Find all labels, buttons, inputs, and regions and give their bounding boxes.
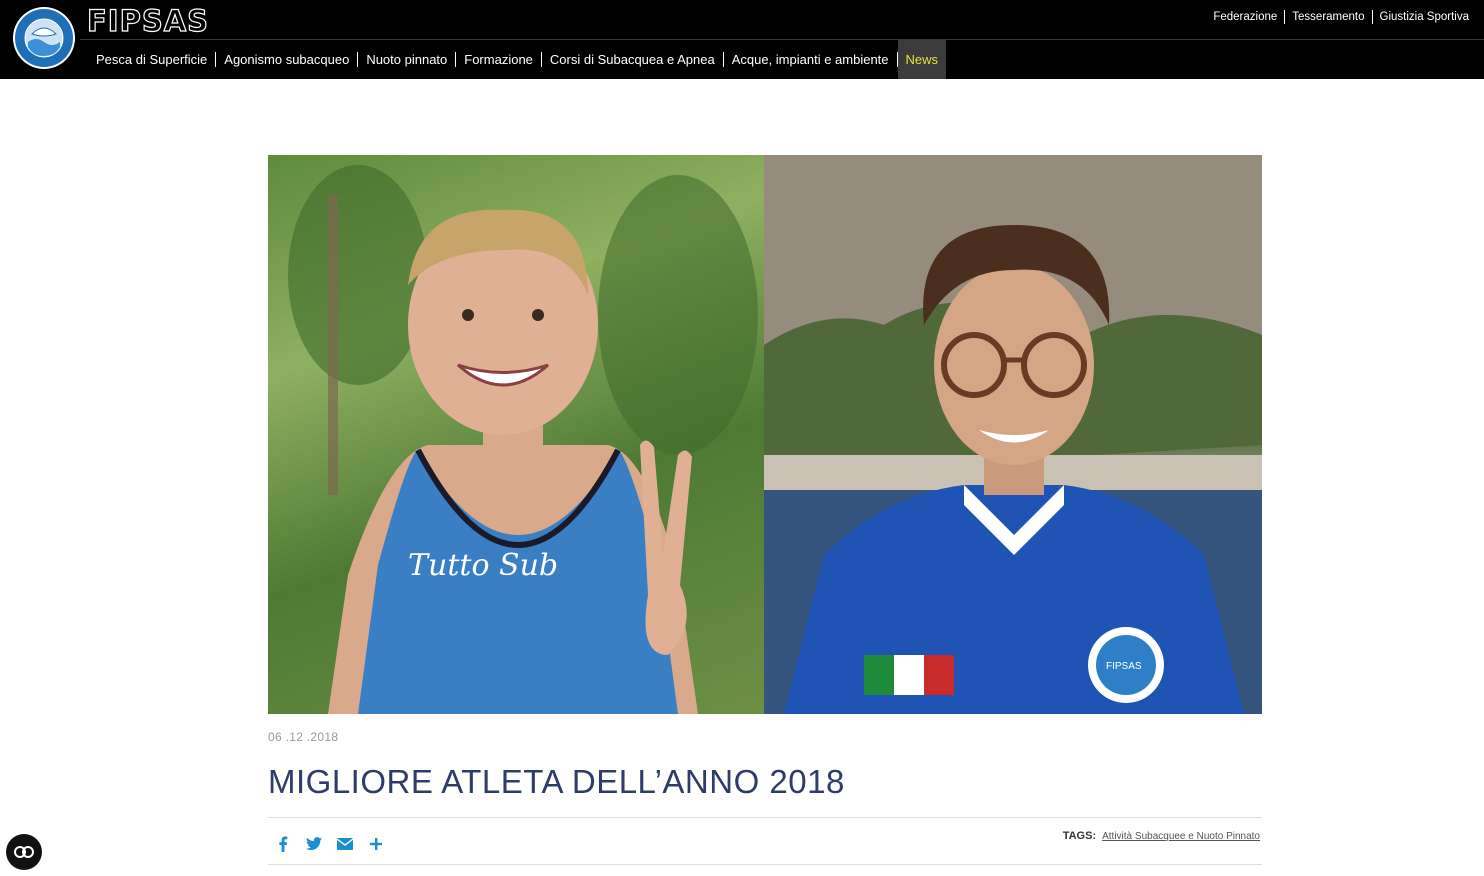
nav-item-news[interactable]: News bbox=[897, 40, 947, 79]
divider-bottom bbox=[268, 864, 1262, 865]
athlete-right-illustration: FIPSAS bbox=[764, 155, 1262, 714]
hero-image: Tutto Sub FIPSAS bbox=[268, 155, 1262, 714]
main-nav: Pesca di Superficie Agonismo subacqueo N… bbox=[88, 40, 947, 79]
article-tags: TAGS: Attività Subacquee e Nuoto Pinnato bbox=[1063, 830, 1260, 842]
share-bar bbox=[273, 834, 397, 854]
athlete-photo-right: FIPSAS bbox=[764, 155, 1262, 714]
brand-wordmark[interactable]: FIPSAS bbox=[86, 4, 209, 37]
nav-item-acque-impianti-ambiente[interactable]: Acque, impianti e ambiente bbox=[724, 40, 897, 79]
top-link-federazione[interactable]: Federazione bbox=[1206, 11, 1284, 23]
twitter-icon[interactable] bbox=[304, 834, 324, 854]
fipsas-logo[interactable] bbox=[12, 6, 76, 70]
shirt-print: Tutto Sub bbox=[408, 548, 558, 583]
top-link-tesseramento[interactable]: Tesseramento bbox=[1285, 11, 1371, 23]
nav-item-formazione[interactable]: Formazione bbox=[456, 40, 541, 79]
athlete-left-illustration: Tutto Sub bbox=[288, 165, 758, 714]
nav-item-pesca-di-superficie[interactable]: Pesca di Superficie bbox=[88, 40, 215, 79]
tag-link[interactable]: Attività Subacquee e Nuoto Pinnato bbox=[1102, 831, 1260, 842]
tags-label: TAGS: bbox=[1062, 830, 1097, 842]
badge-text: FIPSAS bbox=[1106, 661, 1142, 672]
divider-top bbox=[268, 817, 1262, 818]
top-link-giustizia-sportiva[interactable]: Giustizia Sportiva bbox=[1373, 11, 1476, 23]
nav-item-agonismo-subacqueo[interactable]: Agonismo subacqueo bbox=[216, 40, 357, 79]
athlete-photo-left: Tutto Sub bbox=[268, 155, 764, 714]
nav-item-nuoto-pinnato[interactable]: Nuoto pinnato bbox=[358, 40, 455, 79]
site-header: FIPSAS Federazione Tesseramento Giustizi… bbox=[0, 0, 1484, 79]
article-date: 06 .12 .2018 bbox=[268, 730, 339, 744]
mail-icon[interactable] bbox=[335, 834, 355, 854]
plus-icon[interactable] bbox=[366, 834, 386, 854]
facebook-icon[interactable] bbox=[273, 834, 293, 854]
accessibility-button[interactable] bbox=[6, 834, 42, 870]
top-links: Federazione Tesseramento Giustizia Sport… bbox=[1206, 10, 1476, 24]
nav-item-corsi-subacquea-apnea[interactable]: Corsi di Subacquea e Apnea bbox=[542, 40, 723, 79]
article-title: MIGLIORE ATLETA DELL’ANNO 2018 bbox=[268, 763, 845, 800]
link-icon bbox=[14, 846, 34, 858]
